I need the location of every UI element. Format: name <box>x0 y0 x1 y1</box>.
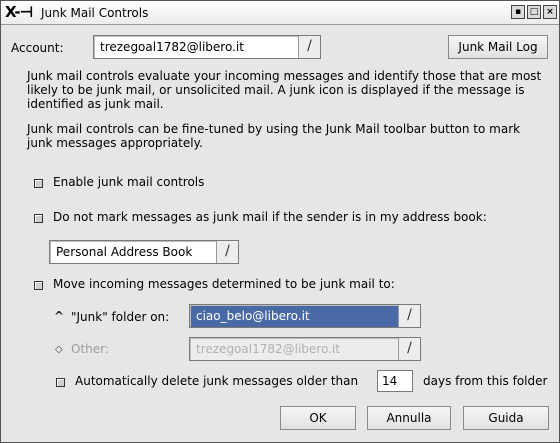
maximize-icon[interactable]: □ <box>527 5 541 19</box>
move-junk-label: Move incoming messages determined to be … <box>53 277 395 291</box>
junk-folder-radio-icon[interactable]: ^ <box>54 309 64 323</box>
dropdown-arrow-icon[interactable]: / <box>398 305 420 327</box>
window-title: Junk Mail Controls <box>41 6 149 20</box>
account-value: trezegoal1782@libero.it <box>100 40 244 54</box>
whitelist-label: Do not mark messages as junk mail if the… <box>53 210 487 224</box>
dropdown-arrow-icon[interactable]: / <box>298 36 320 58</box>
other-folder-value: trezegoal1782@libero.it <box>196 342 340 356</box>
close-icon[interactable]: × <box>543 5 557 19</box>
account-select[interactable]: trezegoal1782@libero.it / <box>93 35 321 59</box>
move-junk-checkbox[interactable] <box>34 281 43 290</box>
other-folder-select: trezegoal1782@libero.it / <box>189 337 421 361</box>
junk-mail-log-button[interactable]: Junk Mail Log <box>448 35 548 59</box>
junk-folder-label: "Junk" folder on: <box>71 310 170 324</box>
auto-delete-label: Automatically delete junk messages older… <box>75 374 359 388</box>
minimize-icon[interactable]: ▪ <box>511 5 525 19</box>
junk-mail-controls-dialog: X-⊣ Junk Mail Controls ▪ □ × Account: tr… <box>0 0 560 443</box>
account-label: Account: <box>11 41 64 55</box>
window-controls: ▪ □ × <box>511 5 557 19</box>
auto-delete-checkbox[interactable] <box>56 378 65 387</box>
auto-delete-days-input[interactable]: 14 <box>377 370 413 392</box>
enable-junk-checkbox[interactable] <box>34 179 43 188</box>
dropdown-arrow-icon: / <box>398 338 420 360</box>
titlebar[interactable]: X-⊣ Junk Mail Controls ▪ □ × <box>1 1 559 25</box>
address-book-value: Personal Address Book <box>56 245 193 259</box>
dropdown-arrow-icon[interactable]: / <box>216 241 238 263</box>
intro-paragraph-1: Junk mail controls evaluate your incomin… <box>27 69 542 111</box>
help-button[interactable]: Guida <box>463 406 549 430</box>
whitelist-checkbox[interactable] <box>34 214 43 223</box>
window-menu-icon[interactable]: X-⊣ <box>5 3 33 21</box>
enable-junk-label: Enable junk mail controls <box>53 175 205 189</box>
other-folder-radio-icon[interactable]: ◇ <box>55 344 63 355</box>
junk-folder-select[interactable]: ciao_belo@libero.it / <box>189 304 421 328</box>
ok-button[interactable]: OK <box>280 406 356 430</box>
auto-delete-suffix-label: days from this folder <box>423 374 548 388</box>
junk-folder-value: ciao_belo@libero.it <box>196 309 310 323</box>
address-book-select[interactable]: Personal Address Book / <box>49 240 239 264</box>
other-folder-label: Other: <box>71 342 109 356</box>
intro-paragraph-2: Junk mail controls can be fine-tuned by … <box>27 122 521 150</box>
cancel-button[interactable]: Annulla <box>367 406 451 430</box>
